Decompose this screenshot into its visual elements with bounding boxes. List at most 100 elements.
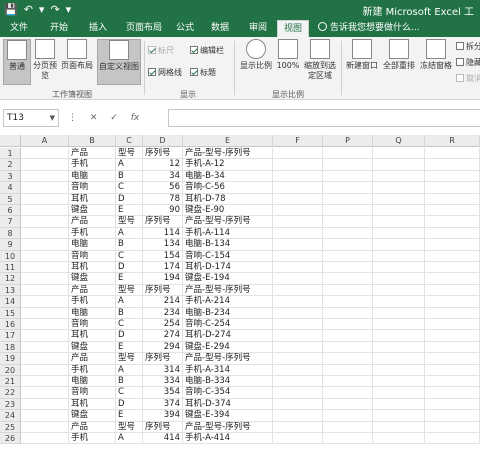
select-all-corner[interactable] [0, 135, 21, 147]
cell[interactable]: 电脑 [69, 170, 116, 183]
tab-page-layout[interactable]: 页面布局 [120, 20, 168, 37]
cell[interactable] [373, 353, 425, 365]
undo-icon[interactable]: ↶ [24, 2, 33, 18]
cell[interactable] [373, 307, 425, 319]
cell[interactable]: E [116, 205, 143, 217]
cell[interactable] [425, 364, 480, 376]
cell[interactable] [273, 216, 323, 228]
cell[interactable]: 手机 [69, 296, 116, 308]
cell[interactable] [273, 284, 323, 297]
cell[interactable]: D [116, 398, 143, 411]
cell[interactable] [21, 296, 69, 308]
tab-insert[interactable]: 插入 [83, 20, 113, 37]
customize-qat-icon[interactable]: ▾ [66, 2, 72, 18]
cell[interactable]: 产品 [69, 216, 116, 228]
column-header[interactable]: Q [373, 135, 425, 147]
row-header[interactable]: 13 [0, 284, 21, 297]
cell[interactable]: 耳机 [69, 398, 116, 411]
cell[interactable] [273, 250, 323, 262]
row-header[interactable]: 2 [0, 159, 21, 171]
cell[interactable] [273, 182, 323, 194]
cell[interactable]: 电脑 [69, 376, 116, 388]
cell[interactable]: A [116, 296, 143, 308]
cell[interactable] [373, 273, 425, 285]
cell[interactable] [425, 250, 480, 262]
page-layout-view-button[interactable]: 页面布局 [59, 39, 95, 85]
cell[interactable] [323, 353, 373, 365]
cell[interactable] [425, 205, 480, 217]
cell[interactable] [323, 330, 373, 342]
cell[interactable]: E [116, 341, 143, 354]
cell[interactable]: 234 [143, 307, 183, 319]
cell[interactable] [21, 398, 69, 411]
cell[interactable] [323, 398, 373, 411]
zoom-to-selection-button[interactable]: 缩放到选定区域 [302, 39, 338, 85]
row-header[interactable]: 1 [0, 148, 21, 160]
cell[interactable] [21, 364, 69, 376]
cell[interactable]: A [116, 159, 143, 171]
row-header[interactable]: 17 [0, 330, 21, 342]
cell[interactable]: C [116, 387, 143, 399]
cell[interactable]: 114 [143, 227, 183, 240]
cell[interactable] [373, 319, 425, 331]
cell[interactable] [21, 239, 69, 251]
cell[interactable] [323, 148, 373, 160]
cell[interactable] [323, 376, 373, 388]
cell[interactable]: 产品-型号-序列号 [183, 421, 273, 433]
cell[interactable]: 手机 [69, 227, 116, 240]
cell[interactable]: 音响-C-354 [183, 387, 273, 399]
cell[interactable]: 产品-型号-序列号 [183, 216, 273, 228]
cell[interactable] [373, 364, 425, 376]
cell[interactable] [323, 239, 373, 251]
cell[interactable] [425, 376, 480, 388]
zoom-button[interactable]: 显示比例 [237, 39, 275, 85]
cell[interactable]: 键盘 [69, 205, 116, 217]
row-header[interactable]: 18 [0, 341, 21, 354]
cell[interactable] [21, 319, 69, 331]
cell[interactable] [273, 341, 323, 354]
split-button[interactable]: 拆分 [456, 41, 480, 52]
cell[interactable]: 174 [143, 262, 183, 274]
cell[interactable]: 254 [143, 319, 183, 331]
cell[interactable] [373, 262, 425, 274]
chevron-down-icon[interactable]: ▼ [50, 110, 55, 126]
column-header[interactable]: B [69, 135, 116, 147]
cell[interactable]: 键盘 [69, 341, 116, 354]
cell[interactable] [273, 376, 323, 388]
cell[interactable]: C [116, 250, 143, 262]
row-header[interactable]: 19 [0, 353, 21, 365]
row-header[interactable]: 23 [0, 398, 21, 411]
cell[interactable] [21, 216, 69, 228]
cell[interactable] [373, 193, 425, 205]
cell[interactable] [273, 364, 323, 376]
cell[interactable] [21, 170, 69, 183]
row-header[interactable]: 22 [0, 387, 21, 399]
cell[interactable]: 电脑-B-34 [183, 170, 273, 183]
cell[interactable] [425, 239, 480, 251]
tell-me-box[interactable]: 告诉我您想要做什么... [318, 20, 420, 37]
cell[interactable] [425, 433, 480, 445]
cell[interactable]: 154 [143, 250, 183, 262]
cell[interactable]: 手机 [69, 159, 116, 171]
cell[interactable] [273, 410, 323, 422]
cell[interactable] [273, 307, 323, 319]
cell[interactable]: 274 [143, 330, 183, 342]
cell[interactable] [373, 421, 425, 433]
cell[interactable]: 耳机 [69, 262, 116, 274]
formula-bar-checkbox[interactable]: 编辑栏 [190, 45, 224, 56]
cell[interactable]: 手机-A-12 [183, 159, 273, 171]
cell[interactable] [21, 433, 69, 445]
cell[interactable] [323, 307, 373, 319]
cell[interactable] [373, 159, 425, 171]
cell[interactable] [273, 353, 323, 365]
cell[interactable]: 序列号 [143, 421, 183, 433]
cell[interactable]: 194 [143, 273, 183, 285]
cell[interactable] [373, 182, 425, 194]
cell[interactable]: 手机-A-414 [183, 433, 273, 445]
cell[interactable] [323, 205, 373, 217]
cell[interactable]: C [116, 319, 143, 331]
cell[interactable] [21, 205, 69, 217]
row-header[interactable]: 24 [0, 410, 21, 422]
column-header[interactable]: F [273, 135, 323, 147]
row-header[interactable]: 20 [0, 364, 21, 376]
